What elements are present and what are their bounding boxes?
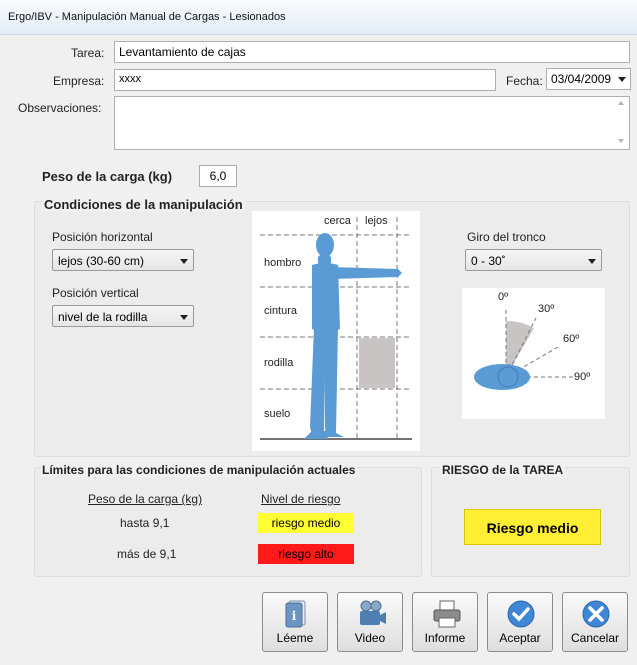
title-bar: Ergo/IBV - Manipulación Manual de Cargas… [0, 0, 637, 35]
limit-peso-2: más de 9,1 [117, 547, 177, 561]
main-window: Tarea: Levantamiento de cajas Empresa: x… [0, 35, 637, 665]
video-label: Video [354, 631, 386, 645]
leeme-button[interactable]: i Léeme [262, 592, 328, 652]
tarea-input[interactable]: Levantamiento de cajas [114, 41, 630, 63]
leeme-label: Léeme [276, 631, 314, 645]
limit-badge-alto: riesgo alto [258, 544, 354, 564]
document-info-icon: i [285, 600, 306, 628]
trunk-top-view [474, 364, 530, 390]
trunk-rotation-diagram [474, 310, 576, 390]
limits-title: Límites para las condiciones de manipula… [40, 463, 358, 477]
limits-group [34, 467, 422, 577]
observaciones-textarea[interactable] [114, 96, 630, 150]
empresa-input[interactable]: xxxx [114, 69, 496, 91]
trunk-rotation-figure: 0º 30º 60º 90º [462, 288, 605, 419]
empresa-label: Empresa: [53, 74, 105, 88]
human-figure [304, 233, 402, 439]
chevron-down-icon [588, 259, 596, 264]
row-rodilla: rodilla [264, 357, 294, 369]
video-camera-icon [360, 600, 386, 625]
window-title: Ergo/IBV - Manipulación Manual de Cargas… [8, 11, 286, 23]
informe-button[interactable]: Informe [412, 592, 478, 652]
horizontal-label: Posición horizontal [52, 230, 153, 244]
aceptar-label: Aceptar [499, 631, 541, 645]
row-hombro: hombro [264, 257, 302, 269]
informe-label: Informe [424, 631, 466, 645]
load-zone [359, 338, 395, 388]
printer-icon [433, 600, 461, 628]
limit-peso-1: hasta 9,1 [120, 516, 170, 530]
cancel-x-icon [582, 600, 610, 628]
row-suelo: suelo [264, 408, 291, 420]
observaciones-scrollbar[interactable] [614, 97, 629, 149]
col-peso-header: Peso de la carga (kg) [88, 492, 203, 506]
limit-badge-medio: riesgo medio [258, 513, 354, 533]
posture-figure: cerca lejos hombro cintura rodilla suelo [252, 211, 420, 451]
vertical-value: nivel de la rodilla [58, 310, 148, 324]
chevron-down-icon [180, 315, 188, 320]
angle-30: 30º [538, 303, 555, 315]
scroll-down-icon[interactable] [618, 139, 624, 143]
cancelar-label: Cancelar [570, 631, 620, 645]
risk-title: RIESGO de la TAREA [440, 463, 566, 477]
row-cintura: cintura [264, 305, 298, 317]
video-button[interactable]: Video [337, 592, 403, 652]
peso-input[interactable]: 6,0 [199, 165, 237, 187]
risk-result-badge: Riesgo medio [464, 509, 601, 545]
angle-0: 0º [498, 291, 509, 303]
chevron-down-icon [618, 77, 626, 82]
svg-text:i: i [292, 609, 297, 623]
vertical-select[interactable]: nivel de la rodilla [52, 305, 194, 327]
horizontal-select[interactable]: lejos (30-60 cm) [52, 249, 194, 271]
fecha-label: Fecha: [506, 74, 543, 88]
vertical-label: Posición vertical [52, 286, 139, 300]
col-nivel-header: Nivel de riesgo [261, 492, 341, 506]
giro-select[interactable]: 0 - 30˚ [465, 249, 602, 271]
scroll-up-icon[interactable] [618, 101, 624, 105]
peso-label: Peso de la carga (kg) [42, 169, 173, 184]
horizontal-value: lejos (30-60 cm) [58, 254, 145, 268]
aceptar-button[interactable]: Aceptar [487, 592, 553, 652]
fecha-picker[interactable]: 03/04/2009 [546, 68, 631, 90]
col-lejos: lejos [365, 215, 388, 227]
giro-value: 0 - 30˚ [471, 254, 506, 268]
angle-90: 90º [574, 371, 591, 383]
observaciones-label: Observaciones: [18, 101, 102, 115]
tarea-label: Tarea: [71, 46, 105, 60]
fecha-value: 03/04/2009 [551, 72, 612, 86]
conditions-title: Condiciones de la manipulación [42, 197, 245, 212]
checkmark-icon [507, 600, 535, 628]
angle-60: 60º [563, 333, 580, 345]
chevron-down-icon [180, 259, 188, 264]
cancelar-button[interactable]: Cancelar [562, 592, 628, 652]
giro-label: Giro del tronco [467, 230, 546, 244]
col-cerca: cerca [324, 215, 351, 227]
